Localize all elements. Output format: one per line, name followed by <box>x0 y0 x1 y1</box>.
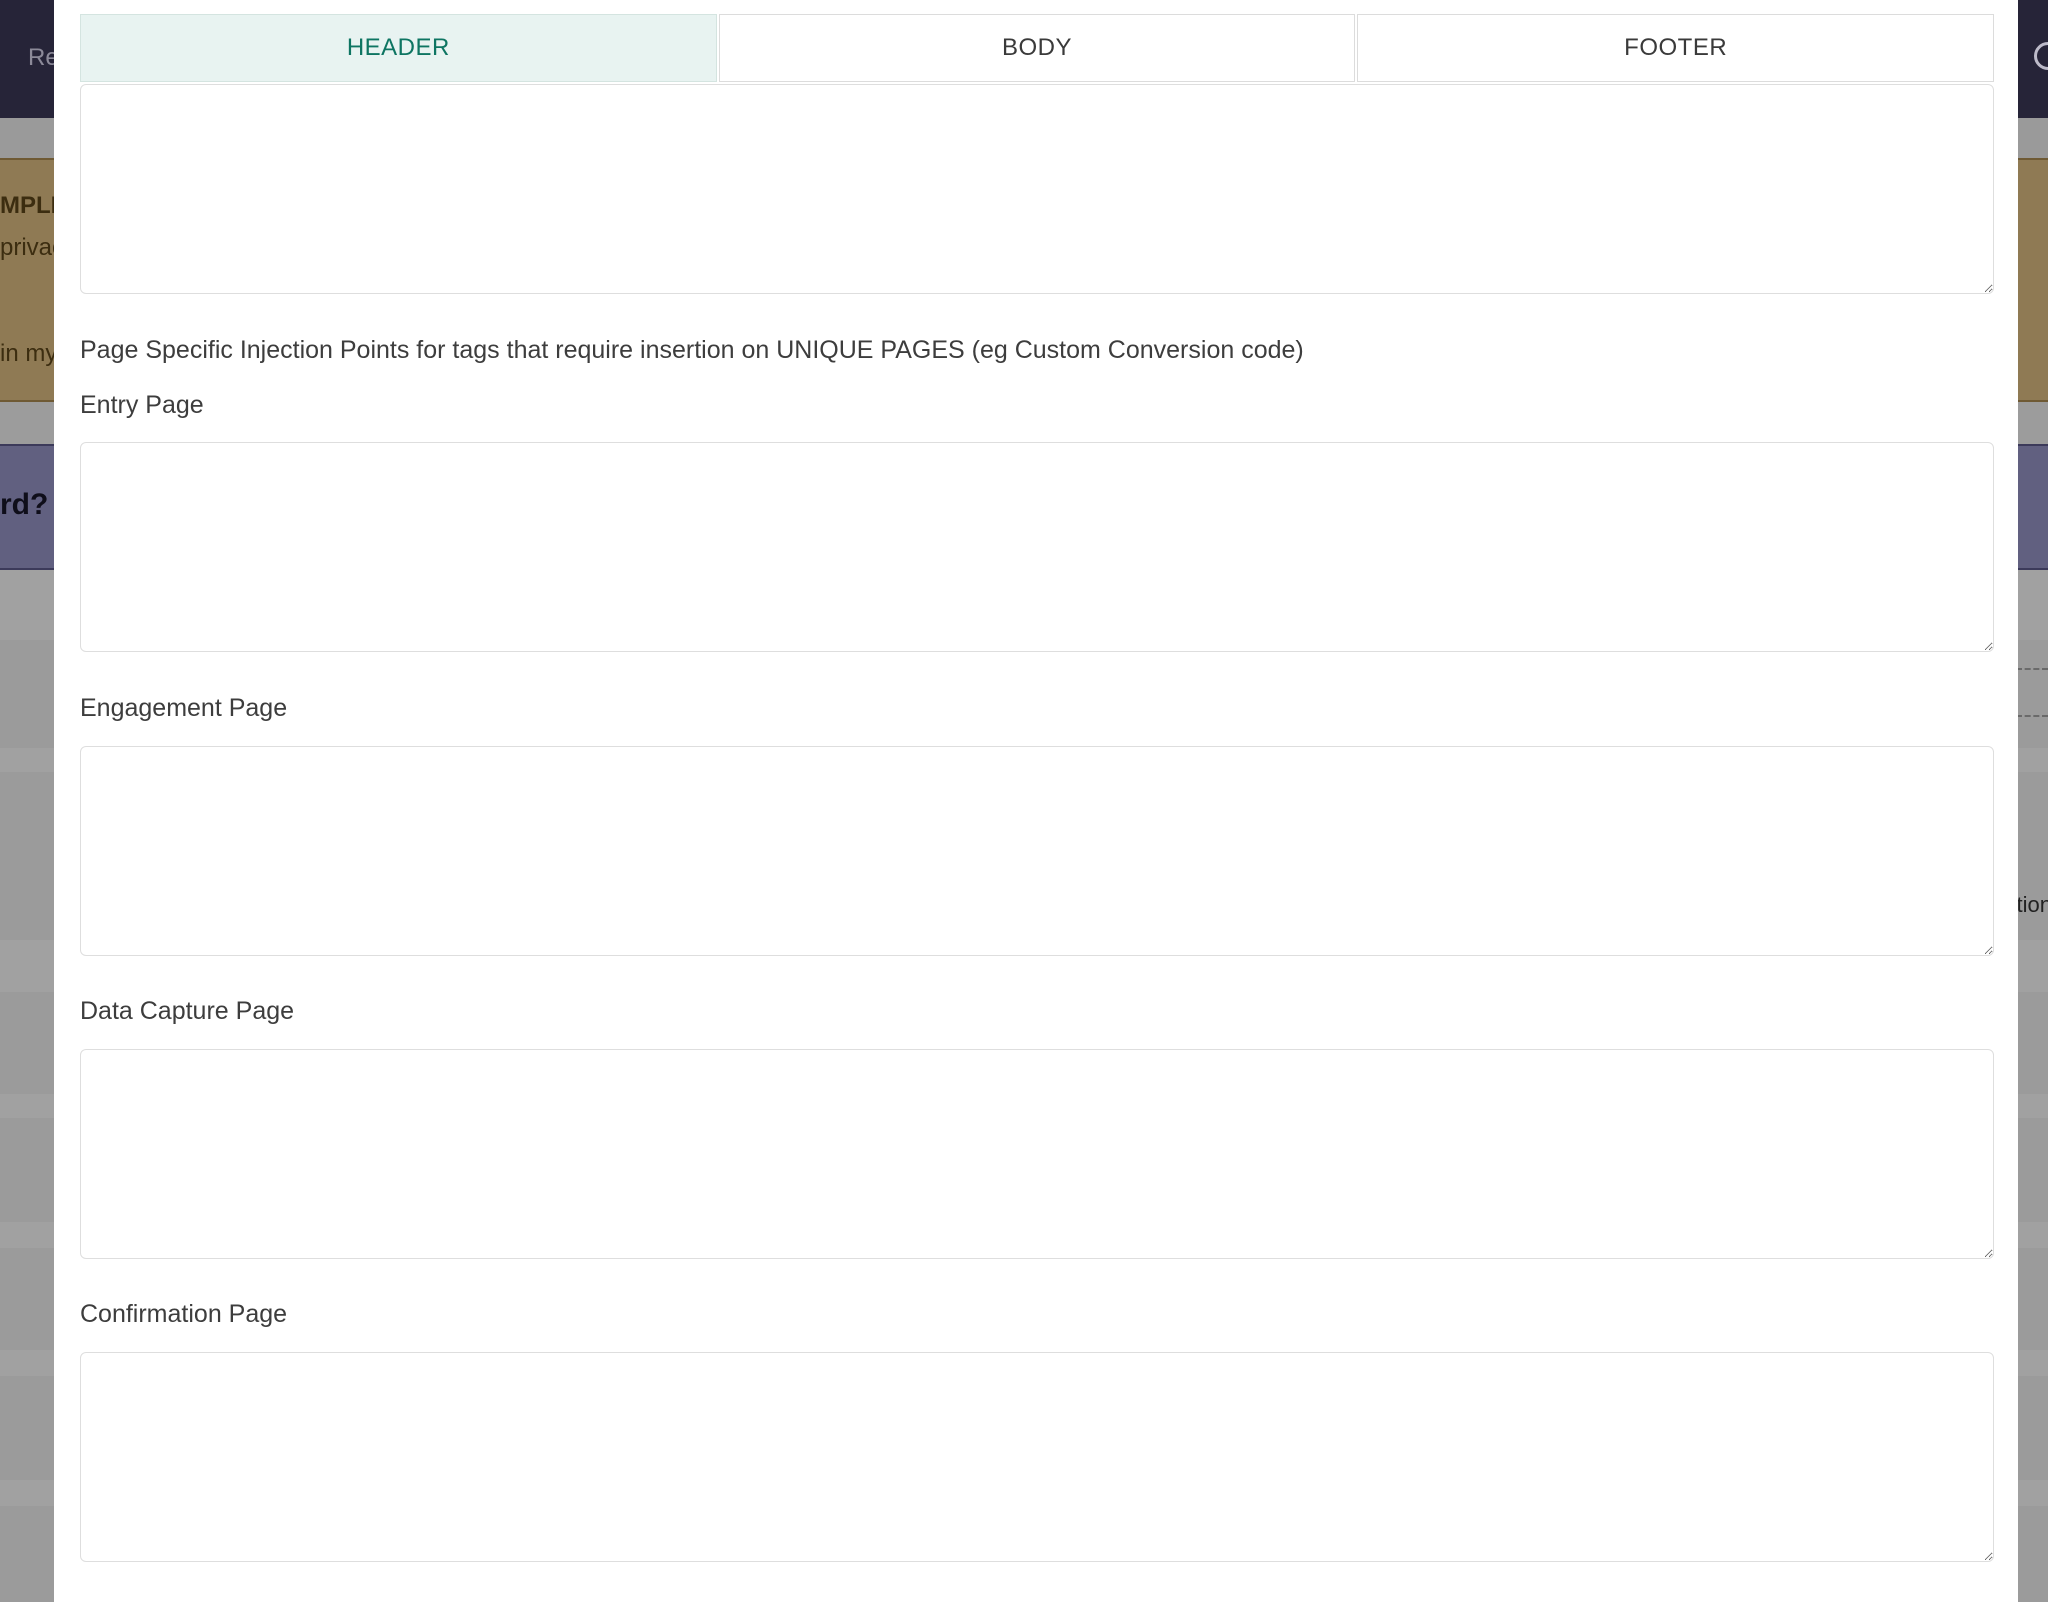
header-code-textarea[interactable] <box>80 84 1994 294</box>
entry-page-textarea[interactable] <box>80 442 1994 652</box>
injection-tabs: HEADER BODY FOOTER <box>80 14 1995 84</box>
purple-banner-heading: rd? <box>0 488 49 521</box>
injection-points-note: Page Specific Injection Points for tags … <box>80 336 1304 364</box>
background-dashed-line <box>2016 715 2048 717</box>
confirmation-page-textarea[interactable] <box>80 1352 1994 1562</box>
data-capture-page-textarea[interactable] <box>80 1049 1994 1259</box>
engagement-page-textarea[interactable] <box>80 746 1994 956</box>
user-circle-icon <box>2034 42 2048 70</box>
background-dashed-line <box>2016 668 2048 670</box>
confirmation-page-label: Confirmation Page <box>80 1300 288 1328</box>
tab-footer[interactable]: FOOTER <box>1357 14 1995 82</box>
tag-injection-modal: HEADER BODY FOOTER Page Specific Injecti… <box>54 0 2018 1602</box>
tab-header[interactable]: HEADER <box>80 14 717 82</box>
entry-page-label: Entry Page <box>80 391 204 419</box>
engagement-page-label: Engagement Page <box>80 694 288 722</box>
background-right-text: tion <box>2016 892 2048 917</box>
data-capture-page-label: Data Capture Page <box>80 997 295 1025</box>
compliance-text-2: in my <box>0 340 58 367</box>
tab-body[interactable]: BODY <box>718 14 1356 82</box>
